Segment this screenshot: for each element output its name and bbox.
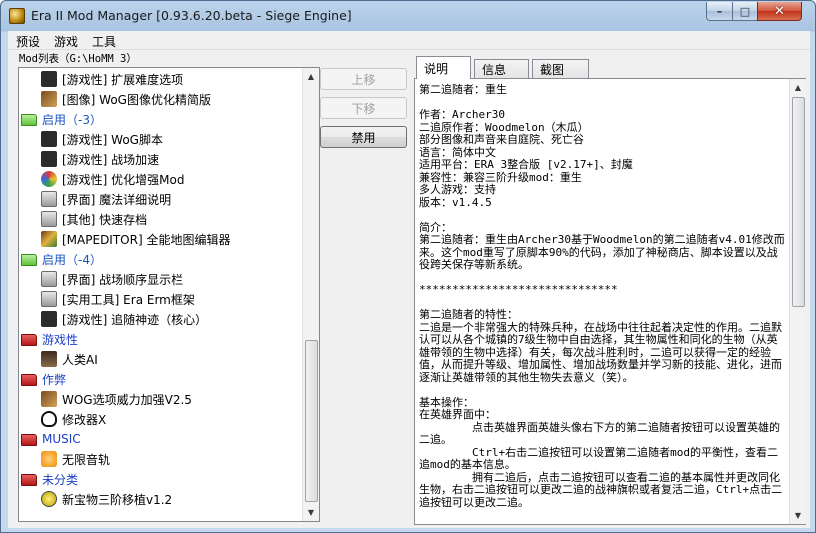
red-folder-icon — [21, 474, 37, 486]
tab-info[interactable]: 信息 — [474, 59, 529, 78]
mod-row[interactable]: [图像] WoG图像优化精简版 — [41, 89, 211, 109]
category-label: 游戏性 — [42, 332, 79, 347]
category-row[interactable]: 未分类 — [21, 469, 78, 489]
client-area: Mod列表（G:\HoMM 3） [游戏性] 扩展难度选项 [图像] WoG图像优… — [8, 50, 810, 528]
move-up-button[interactable]: 上移 — [320, 68, 407, 90]
map-icon — [41, 231, 57, 247]
window-icon — [41, 291, 57, 307]
app-icon — [9, 8, 25, 24]
wog-script-icon — [41, 131, 57, 147]
category-row[interactable]: 作弊 — [21, 369, 66, 389]
close-icon: ✕ — [774, 3, 785, 19]
mod-label: [游戏性] 追随神迹（核心） — [62, 312, 208, 327]
skull-icon — [41, 411, 57, 427]
save-icon — [41, 211, 57, 227]
gem-icon — [41, 491, 57, 507]
mod-label: [图像] WoG图像优化精简版 — [62, 92, 211, 107]
mod-label: [实用工具] Era Erm框架 — [62, 292, 195, 307]
mod-label: [MAPEDITOR] 全能地图编辑器 — [62, 232, 231, 247]
hero-icon — [41, 351, 57, 367]
mod-label: 无限音轨 — [62, 452, 111, 467]
scroll-up-arrow-icon[interactable]: ▲ — [303, 68, 319, 85]
mod-row[interactable]: [游戏性] 扩展难度选项 — [41, 69, 183, 89]
category-row[interactable]: 游戏性 — [21, 329, 78, 349]
wog-icon — [41, 91, 57, 107]
fighter-icon — [41, 71, 57, 87]
mod-row[interactable]: [界面] 战场顺序显示栏 — [41, 269, 183, 289]
mod-label: [界面] 战场顺序显示栏 — [62, 272, 184, 287]
main-window: Era II Mod Manager [0.93.6.20.beta - Sie… — [0, 0, 816, 533]
close-button[interactable]: ✕ — [757, 2, 802, 21]
mod-row[interactable]: 无限音轨 — [41, 449, 110, 469]
mod-list-label: Mod列表（G:\HoMM 3） — [19, 53, 137, 65]
colorful-icon — [41, 171, 57, 187]
menu-presets[interactable]: 预设 — [16, 33, 40, 50]
mod-list[interactable]: [游戏性] 扩展难度选项 [图像] WoG图像优化精简版启用（-3） [游戏性] W… — [18, 67, 320, 522]
category-label: 启用（-4） — [42, 252, 102, 267]
minimize-icon: – — [716, 4, 723, 18]
mod-label: [游戏性] 优化增强Mod — [62, 172, 185, 187]
mod-row[interactable]: [游戏性] 战场加速 — [41, 149, 159, 169]
menu-game[interactable]: 游戏 — [54, 33, 78, 50]
tab-screenshots[interactable]: 截图 — [532, 59, 589, 78]
mod-label: [其他] 快速存档 — [62, 212, 148, 227]
mod-row[interactable]: [游戏性] 追随神迹（核心） — [41, 309, 207, 329]
mod-label: WOG选项威力加强V2.5 — [62, 392, 192, 407]
desc-scroll-up-arrow-icon[interactable]: ▲ — [790, 79, 806, 96]
description-scroll-thumb[interactable] — [792, 97, 805, 307]
description-scrollbar[interactable]: ▲ ▼ — [789, 79, 806, 524]
tab-description[interactable]: 说明 — [416, 56, 471, 79]
desc-scroll-down-arrow-icon[interactable]: ▼ — [790, 507, 806, 524]
mod-label: [游戏性] WoG脚本 — [62, 132, 163, 147]
move-down-button[interactable]: 下移 — [320, 97, 407, 119]
queue-icon — [41, 271, 57, 287]
mod-label: 新宝物三阶移植v1.2 — [62, 492, 173, 507]
mod-row[interactable]: 人类AI — [41, 349, 98, 369]
category-label: 启用（-3） — [42, 112, 102, 127]
category-label: 未分类 — [42, 472, 79, 487]
category-label: MUSIC — [42, 432, 81, 446]
mod-list-scroll-thumb[interactable] — [305, 340, 318, 502]
red-folder-icon — [21, 334, 37, 346]
music-icon — [41, 451, 57, 467]
mod-label: 修改器X — [62, 412, 107, 427]
mod-label: [游戏性] 扩展难度选项 — [62, 72, 184, 87]
runner-icon — [41, 151, 57, 167]
category-row[interactable]: MUSIC — [21, 429, 81, 449]
mod-row[interactable]: [MAPEDITOR] 全能地图编辑器 — [41, 229, 230, 249]
mod-row[interactable]: [游戏性] WoG脚本 — [41, 129, 163, 149]
window-title: Era II Mod Manager [0.93.6.20.beta - Sie… — [31, 8, 352, 23]
mod-row[interactable]: 修改器X — [41, 409, 106, 429]
window-icon — [41, 191, 57, 207]
maximize-button[interactable]: □ — [732, 2, 758, 21]
category-row[interactable]: 启用（-4） — [21, 249, 102, 269]
menu-tools[interactable]: 工具 — [92, 33, 116, 50]
mod-label: [界面] 魔法详细说明 — [62, 192, 172, 207]
wog-script-icon — [41, 311, 57, 327]
category-row[interactable]: 启用（-3） — [21, 109, 102, 129]
mod-row[interactable]: [界面] 魔法详细说明 — [41, 189, 171, 209]
mod-row[interactable]: [其他] 快速存档 — [41, 209, 147, 229]
mod-list-scrollbar[interactable]: ▲ ▼ — [302, 68, 319, 521]
description-panel: 第二追随者：重生 作者：Archer30 二追原作者：Woodmelon（木瓜）… — [414, 78, 806, 525]
mod-row[interactable]: WOG选项威力加强V2.5 — [41, 389, 192, 409]
scroll-down-arrow-icon[interactable]: ▼ — [303, 504, 319, 521]
description-text[interactable]: 第二追随者：重生 作者：Archer30 二追原作者：Woodmelon（木瓜）… — [418, 82, 789, 521]
green-folder-icon — [21, 114, 37, 126]
mod-row[interactable]: [实用工具] Era Erm框架 — [41, 289, 195, 309]
minimize-button[interactable]: – — [706, 2, 733, 21]
disable-button[interactable]: 禁用 — [320, 126, 407, 148]
maximize-icon: □ — [739, 4, 751, 18]
title-bar[interactable]: Era II Mod Manager [0.93.6.20.beta - Sie… — [1, 1, 815, 31]
mod-label: 人类AI — [62, 352, 98, 367]
red-folder-icon — [21, 374, 37, 386]
mod-label: [游戏性] 战场加速 — [62, 152, 160, 167]
green-folder-icon — [21, 254, 37, 266]
category-label: 作弊 — [42, 372, 67, 387]
red-folder-icon — [21, 434, 37, 446]
mod-row[interactable]: 新宝物三阶移植v1.2 — [41, 489, 172, 509]
wog-icon — [41, 391, 57, 407]
menu-bar: 预设 游戏 工具 — [8, 31, 810, 50]
mod-row[interactable]: [游戏性] 优化增强Mod — [41, 169, 185, 189]
